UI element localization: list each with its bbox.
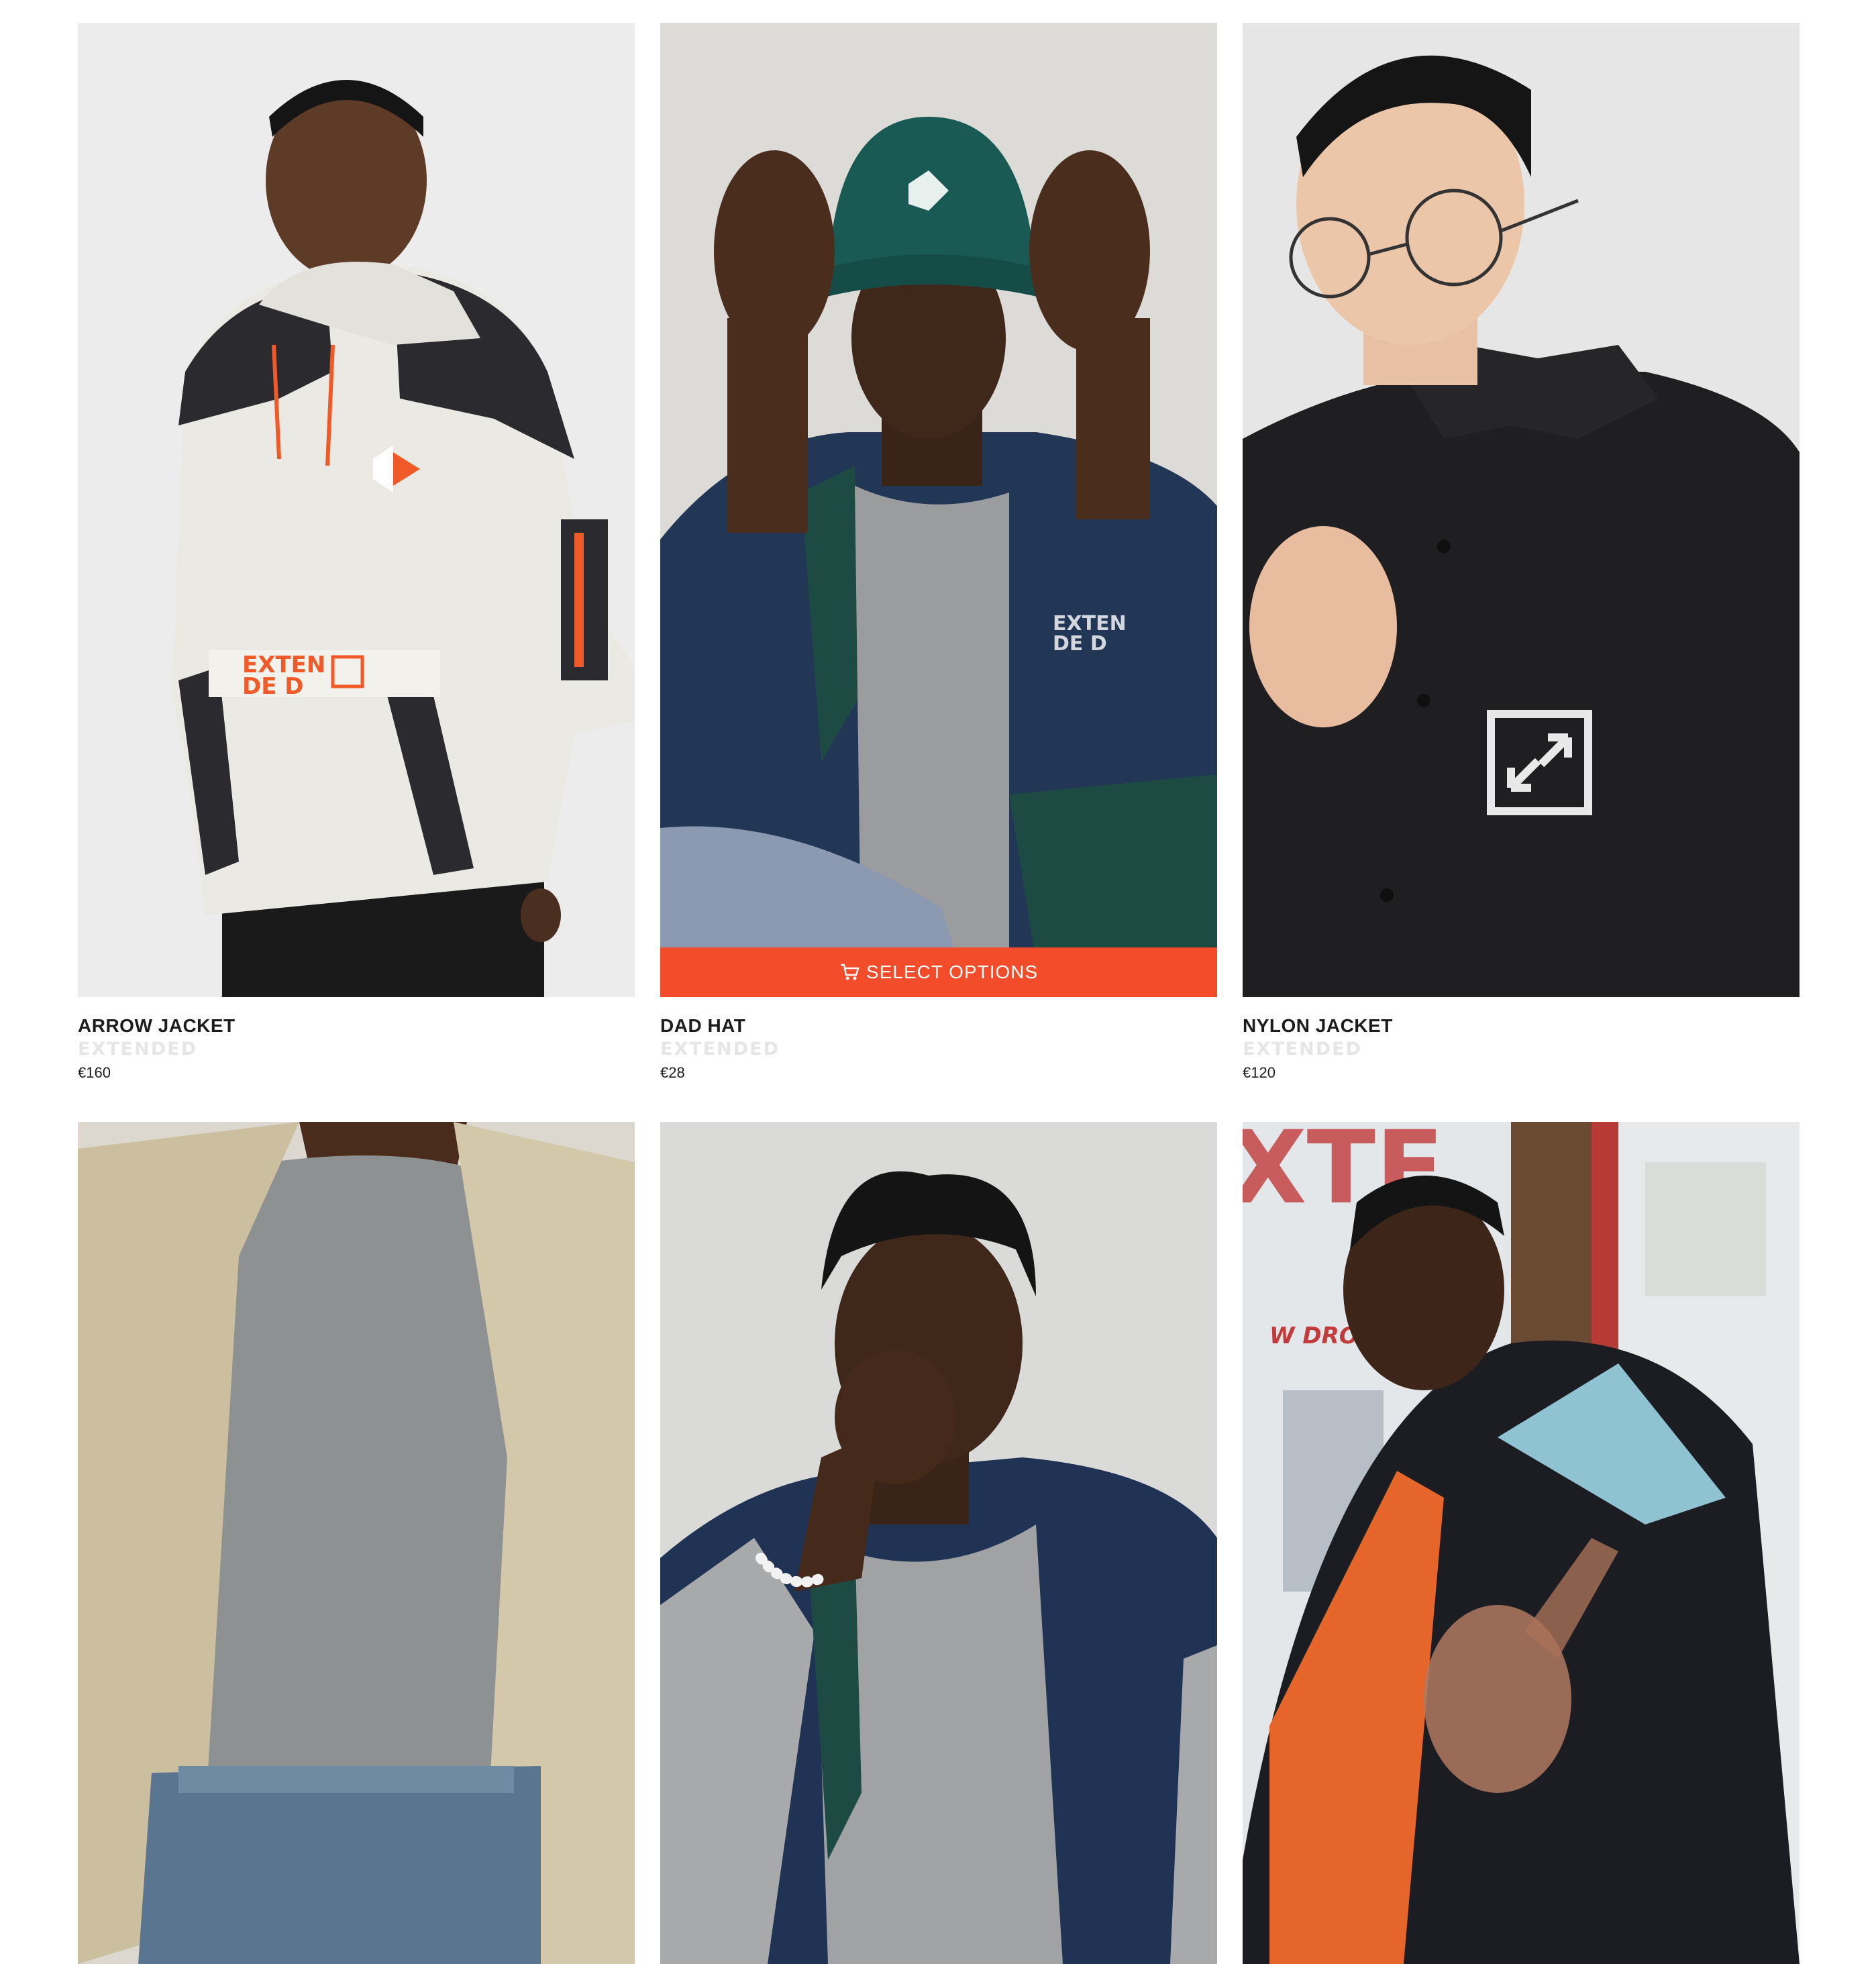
product-brand[interactable]: EXTENDED bbox=[660, 1037, 1217, 1062]
product-brand[interactable]: EXTENDED bbox=[78, 1037, 635, 1062]
product-photo bbox=[660, 1122, 1217, 1964]
svg-text:DE D: DE D bbox=[1053, 632, 1107, 656]
product-image-dad-hat[interactable]: EXTEN DE D SELECT OPTIONS bbox=[660, 23, 1217, 997]
svg-text:DE D: DE D bbox=[242, 673, 304, 700]
product-image-arrow-jacket[interactable]: EXTEN DE D bbox=[78, 23, 635, 997]
product-card-nylon-jacket: NYLON JACKET EXTENDED €120 bbox=[1243, 23, 1800, 1122]
product-grid-row-1: EXTEN DE D ARROW JACKET EXTENDED €160 EX… bbox=[78, 23, 1801, 1122]
product-title[interactable]: DAD HAT bbox=[660, 1015, 1217, 1037]
product-grid-row-2: XTE W DROP bbox=[78, 1122, 1801, 1964]
product-image-4[interactable] bbox=[78, 1122, 635, 1964]
product-price: €28 bbox=[660, 1064, 685, 1081]
product-title[interactable]: ARROW JACKET bbox=[78, 1015, 635, 1037]
product-meta: NYLON JACKET EXTENDED €120 bbox=[1243, 997, 1800, 1083]
product-card-6: XTE W DROP bbox=[1243, 1122, 1800, 1964]
product-image-6[interactable]: XTE W DROP bbox=[1243, 1122, 1800, 1964]
product-photo bbox=[1243, 23, 1800, 997]
product-brand[interactable]: EXTENDED bbox=[1243, 1037, 1800, 1062]
product-image-nylon-jacket[interactable] bbox=[1243, 23, 1800, 997]
product-photo: EXTEN DE D bbox=[660, 23, 1217, 997]
select-options-label: SELECT OPTIONS bbox=[866, 962, 1039, 982]
select-options-button[interactable]: SELECT OPTIONS bbox=[660, 947, 1217, 997]
product-image-5[interactable] bbox=[660, 1122, 1217, 1964]
product-price: €120 bbox=[1243, 1064, 1275, 1081]
product-card-5 bbox=[660, 1122, 1217, 1964]
product-card-4 bbox=[78, 1122, 635, 1964]
product-card-dad-hat: EXTEN DE D SELECT OPTIONS DAD HAT EXTEND… bbox=[660, 23, 1217, 1122]
product-price: €160 bbox=[78, 1064, 111, 1081]
product-photo: XTE W DROP bbox=[1243, 1122, 1800, 1964]
product-photo: EXTEN DE D bbox=[78, 23, 635, 997]
product-meta: DAD HAT EXTENDED €28 bbox=[660, 997, 1217, 1083]
product-photo bbox=[78, 1122, 635, 1964]
product-title[interactable]: NYLON JACKET bbox=[1243, 1015, 1800, 1037]
cart-icon bbox=[840, 964, 859, 980]
product-card-arrow-jacket: EXTEN DE D ARROW JACKET EXTENDED €160 bbox=[78, 23, 635, 1122]
product-meta: ARROW JACKET EXTENDED €160 bbox=[78, 997, 635, 1083]
